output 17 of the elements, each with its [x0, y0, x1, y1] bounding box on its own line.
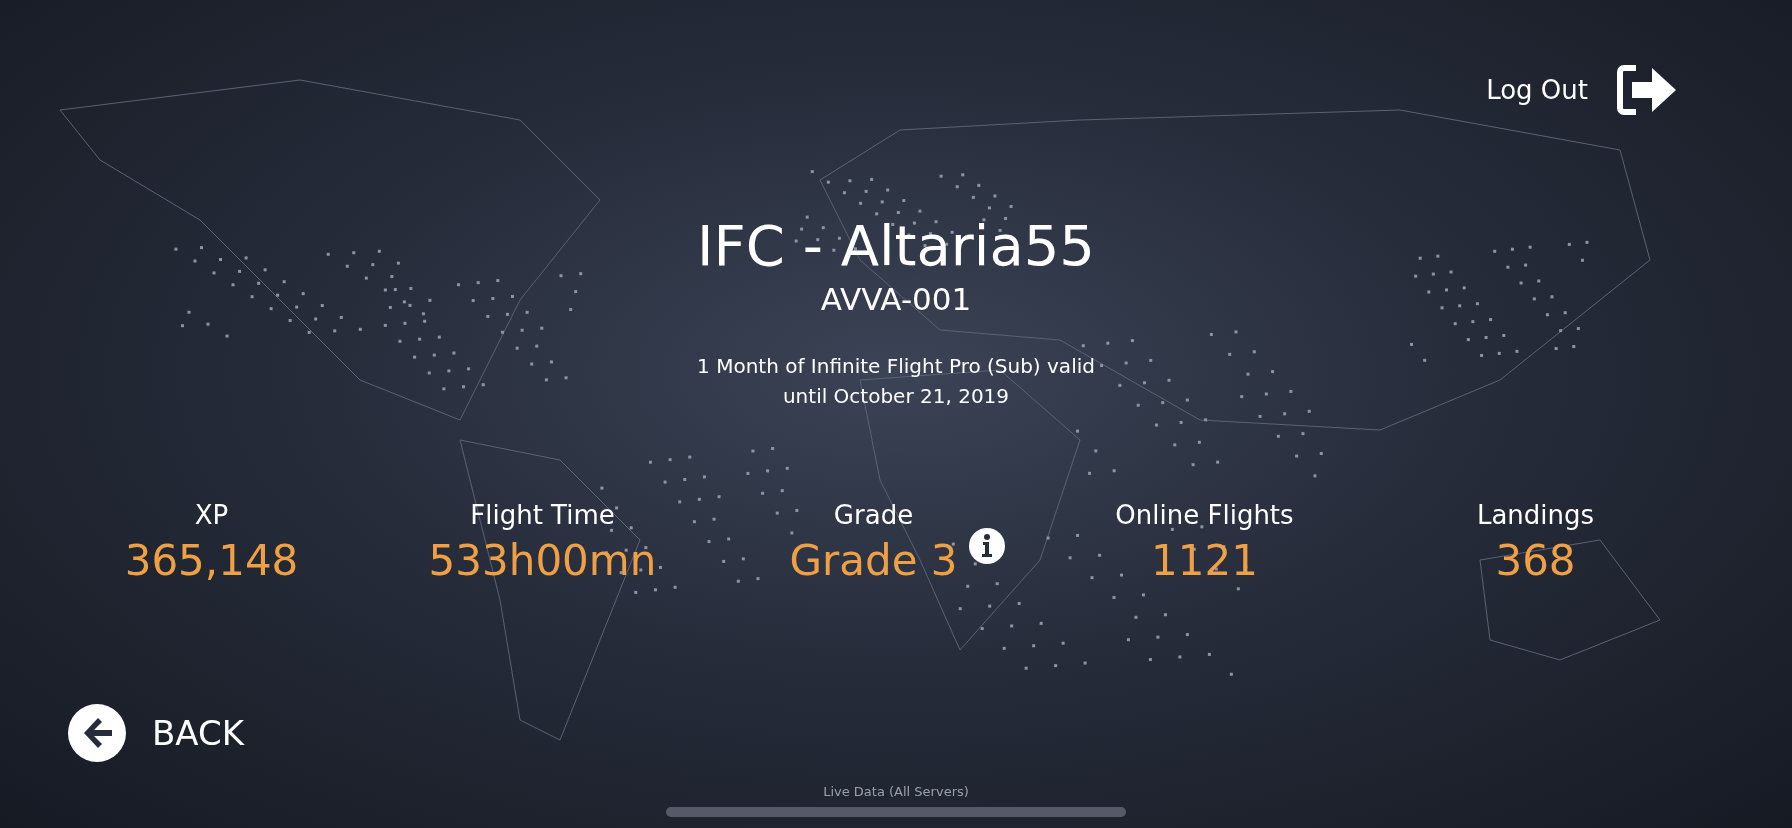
- pilot-name: IFC - Altaria55: [697, 213, 1095, 279]
- pilot-code: AVVA-001: [820, 280, 972, 319]
- stat-label: Grade: [833, 499, 914, 532]
- stat-label: Landings: [1476, 499, 1595, 532]
- stat-value: 1121: [1151, 535, 1258, 587]
- stat-value: Grade 3: [789, 535, 958, 587]
- stat-value: 533h00mn: [428, 535, 657, 587]
- stat-label: Flight Time: [470, 499, 615, 532]
- back-button[interactable]: BACK: [68, 704, 245, 762]
- subscription-text: 1 Month of Infinite Flight Pro (Sub) valid until October 21, 2019: [697, 353, 1095, 410]
- live-data-label: Live Data (All Servers): [823, 784, 969, 799]
- logout-button[interactable]: Log Out: [1486, 64, 1680, 116]
- info-icon[interactable]: [967, 527, 1006, 565]
- stat-value: 368: [1495, 535, 1576, 587]
- stat-label: Online Flights: [1115, 499, 1294, 532]
- stat-label: XP: [194, 499, 229, 532]
- stat-value: 365,148: [124, 535, 299, 587]
